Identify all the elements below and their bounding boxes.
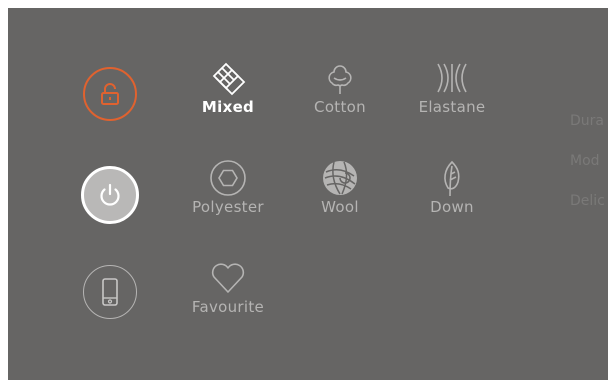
program-label: Wool — [321, 198, 359, 216]
side-menu-item-mod[interactable]: Mod — [570, 153, 600, 169]
cotton-flower-icon — [320, 58, 360, 98]
program-elastane[interactable]: Elastane — [402, 58, 502, 116]
program-mixed[interactable]: Mixed — [178, 58, 278, 116]
power-icon — [100, 183, 120, 206]
program-label: Polyester — [192, 198, 264, 216]
mixed-fabric-icon — [208, 58, 248, 98]
program-polyester[interactable]: Polyester — [178, 158, 278, 216]
power-button[interactable] — [81, 166, 139, 224]
program-label: Favourite — [191, 298, 265, 316]
phone-button[interactable] — [83, 265, 137, 319]
program-cotton[interactable]: Cotton — [290, 58, 390, 116]
program-label: Down — [430, 198, 474, 216]
feather-icon — [432, 158, 472, 198]
program-wool[interactable]: Wool — [290, 158, 390, 216]
program-down[interactable]: Down — [402, 158, 502, 216]
program-label: Cotton — [314, 98, 366, 116]
program-label: Mixed — [201, 98, 255, 116]
washer-control-panel: Mixed Cotton Elastane Polyester Wool Dow… — [8, 8, 608, 380]
elastane-icon — [432, 58, 472, 98]
smartphone-icon — [102, 278, 118, 306]
wool-ball-icon — [320, 158, 360, 198]
program-label: Elastane — [418, 98, 486, 116]
lock-open-icon — [101, 83, 119, 105]
side-menu-item-dura[interactable]: Dura — [570, 113, 604, 129]
polyester-icon — [208, 158, 248, 198]
program-favourite[interactable]: Favourite — [178, 258, 278, 316]
lock-button[interactable] — [83, 67, 137, 121]
heart-icon — [208, 258, 248, 298]
side-menu-item-delic[interactable]: Delic — [570, 193, 605, 209]
